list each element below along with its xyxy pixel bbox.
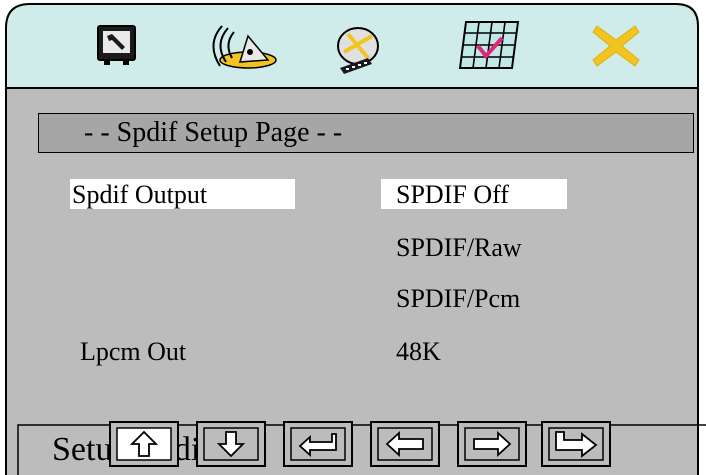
down-arrow-icon[interactable] — [195, 420, 267, 468]
option-spdif-raw[interactable]: SPDIF/Raw — [396, 233, 522, 263]
lpcm-out-value[interactable]: 48K — [396, 337, 441, 367]
right-arrow-icon[interactable] — [456, 420, 528, 468]
general-setup-icon[interactable] — [96, 24, 138, 68]
spdif-output-label[interactable]: Spdif Output — [72, 180, 207, 210]
lpcm-out-label[interactable]: Lpcm Out — [80, 337, 186, 367]
up-arrow-icon[interactable] — [108, 420, 180, 468]
left-arrow-icon[interactable] — [369, 420, 441, 468]
exit-setup-icon[interactable] — [591, 22, 641, 70]
video-setup-icon[interactable] — [334, 24, 386, 76]
option-spdif-off[interactable]: SPDIF Off — [396, 180, 509, 210]
preference-setup-icon[interactable] — [456, 20, 522, 72]
page-title: - - Spdif Setup Page - - — [84, 117, 343, 148]
option-spdif-pcm[interactable]: SPDIF/Pcm — [396, 284, 520, 314]
enter-icon[interactable] — [282, 420, 354, 468]
audio-setup-icon[interactable] — [210, 22, 280, 72]
right-end-arrow-icon[interactable] — [540, 420, 612, 468]
spdif-setup-screen: - - Spdif Setup Page - - Spdif Output SP… — [0, 0, 706, 475]
